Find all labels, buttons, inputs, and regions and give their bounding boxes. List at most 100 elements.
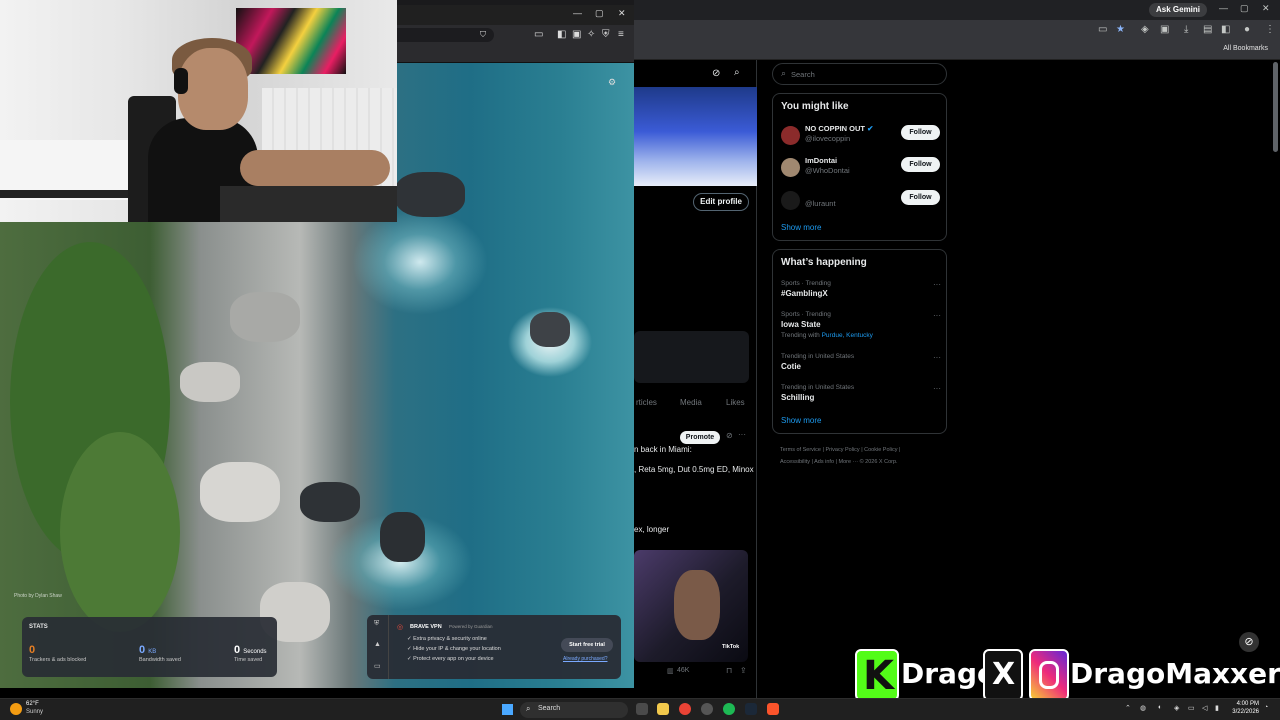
volume-icon[interactable]: ◁: [1202, 704, 1207, 712]
trend-related-links[interactable]: Purdue, Kentucky: [822, 332, 873, 339]
ask-gemini-button[interactable]: Ask Gemini: [1149, 3, 1208, 17]
maximize-icon[interactable]: ▢: [1240, 3, 1249, 14]
instagram-camera-icon: [1039, 661, 1059, 689]
grok-post-icon[interactable]: ⊘: [726, 431, 733, 440]
time-saved-label: Time saved: [234, 657, 263, 663]
views-count: 46K: [677, 667, 690, 674]
trend-meta: Sports · Trending: [781, 280, 831, 287]
grok-icon[interactable]: ⊘: [712, 68, 720, 79]
more-icon[interactable]: ···: [738, 430, 746, 439]
vpn-icon[interactable]: ⛨: [602, 29, 610, 40]
file-explorer-icon[interactable]: [657, 703, 669, 715]
extensions-icon[interactable]: ◈: [1141, 24, 1149, 35]
task-view-icon[interactable]: [636, 703, 648, 715]
minimize-icon[interactable]: —: [573, 8, 582, 18]
profile-banner[interactable]: [634, 87, 757, 186]
bookmark-icon[interactable]: ⊓: [726, 666, 732, 675]
weather-sun-icon[interactable]: [10, 703, 22, 715]
suggestion-item[interactable]: NO COPPIN OUT ✔ @ilovecoppin Follow: [781, 124, 941, 148]
already-purchased-link[interactable]: Already purchased?: [563, 656, 607, 662]
steam-icon[interactable]: [745, 703, 757, 715]
brave-window: Photo by Dylan Shaw ⚙ — ▢ ✕ ⛉ ▭ ◧ ▣ ✧ ⛨ …: [0, 0, 634, 688]
cast-icon[interactable]: ▭: [1098, 24, 1107, 35]
settings-gear-icon[interactable]: ⚙: [608, 77, 616, 88]
trend-item[interactable]: Trending in United States Cotie ···: [781, 353, 941, 371]
promote-button[interactable]: Promote: [680, 431, 720, 444]
vpn-tab-icon[interactable]: ⛨: [374, 620, 379, 628]
brave-icon[interactable]: [767, 703, 779, 715]
menu-icon[interactable]: ≡: [618, 29, 624, 40]
taskbar-search[interactable]: ⌕ Search: [520, 702, 628, 718]
panel-title: What’s happening: [781, 257, 867, 268]
wallpaper-credit[interactable]: Photo by Dylan Shaw: [14, 593, 62, 599]
brave-toolbar: ⛉ ▭ ◧ ▣ ✧ ⛨ ≡: [396, 25, 634, 45]
news-tab-icon[interactable]: ▭: [374, 662, 381, 670]
profile-avatar-icon[interactable]: ●: [1244, 24, 1250, 35]
chrome-menu-icon[interactable]: ⋮: [1265, 24, 1275, 35]
more-icon[interactable]: ···: [933, 311, 941, 320]
close-icon[interactable]: ✕: [618, 8, 626, 19]
suggestion-item[interactable]: ImDontai @WhoDontai Follow: [781, 156, 941, 180]
battery-icon[interactable]: ▮: [1215, 704, 1219, 712]
more-icon[interactable]: ···: [933, 280, 941, 289]
maximize-icon[interactable]: ▢: [595, 8, 604, 19]
weather-temperature[interactable]: 62°F: [26, 701, 39, 707]
all-bookmarks-folder[interactable]: All Bookmarks: [1223, 45, 1268, 52]
search-icon[interactable]: ⌕: [734, 67, 740, 78]
profile-highlight-card[interactable]: [634, 331, 749, 383]
brave-shield-icon[interactable]: ⛉: [480, 30, 486, 40]
close-icon[interactable]: ✕: [1262, 3, 1270, 14]
search-box[interactable]: ⌕ Search: [772, 63, 947, 85]
spotify-icon[interactable]: [723, 703, 735, 715]
sidepanel-icon[interactable]: ◧: [1221, 24, 1230, 35]
notification-icon[interactable]: ◔: [1264, 704, 1268, 711]
chrome-icon[interactable]: [679, 703, 691, 715]
weather-description[interactable]: Sunny: [26, 709, 43, 715]
extension-puzzle-icon[interactable]: ▣: [1160, 24, 1169, 35]
rewards-tab-icon[interactable]: ▲: [374, 641, 381, 648]
sidebar-icon[interactable]: ◧: [557, 29, 566, 40]
tray-icon[interactable]: ◈: [1174, 704, 1179, 712]
tab-articles[interactable]: rticles: [636, 398, 657, 407]
reading-list-icon[interactable]: ▤: [1203, 24, 1212, 35]
follow-button[interactable]: Follow: [901, 190, 940, 205]
trend-item[interactable]: Trending in United States Schilling ···: [781, 384, 941, 402]
tab-media[interactable]: Media: [680, 398, 702, 407]
app-icon[interactable]: [701, 703, 713, 715]
vpn-feature: ✓ Hide your IP & change your location: [407, 646, 501, 652]
suggestion-handle: @WhoDontai: [805, 166, 850, 175]
post-video[interactable]: TikTok: [634, 550, 748, 662]
post-text-line: n back in Miami:: [634, 445, 692, 454]
wallet-icon[interactable]: ▣: [572, 29, 581, 40]
bookmark-star-icon[interactable]: ★: [1116, 24, 1125, 35]
follow-button[interactable]: Follow: [901, 157, 940, 172]
download-icon[interactable]: ⤓: [1184, 24, 1188, 35]
minimize-icon[interactable]: —: [1219, 3, 1228, 13]
footer-line[interactable]: Accessibility | Ads info | More ··· © 20…: [780, 456, 950, 468]
tray-overflow-icon[interactable]: ⌃: [1125, 704, 1131, 712]
trend-item[interactable]: Sports · Trending Iowa State Trending wi…: [781, 311, 941, 339]
follow-button[interactable]: Follow: [901, 125, 940, 140]
share-icon[interactable]: ⇪: [740, 666, 747, 675]
clock-time[interactable]: 4:00 PM: [1231, 701, 1259, 707]
clock-date[interactable]: 3/22/2026: [1227, 709, 1259, 715]
tray-icon[interactable]: ◐: [1158, 704, 1162, 711]
start-free-trial-button[interactable]: Start free trial: [561, 638, 613, 652]
show-more-link[interactable]: Show more: [781, 416, 821, 425]
tab-likes[interactable]: Likes: [726, 398, 745, 407]
footer-line[interactable]: Terms of Service | Privacy Policy | Cook…: [780, 444, 950, 456]
windows-start-icon[interactable]: [502, 704, 513, 715]
x-footer-links[interactable]: Terms of Service | Privacy Policy | Cook…: [780, 444, 950, 468]
network-icon[interactable]: ▭: [1188, 704, 1195, 712]
page-scrollbar[interactable]: [1273, 62, 1278, 152]
show-more-link[interactable]: Show more: [781, 223, 821, 232]
leo-ai-icon[interactable]: ✧: [587, 29, 595, 40]
suggestion-name: ImDontai: [805, 156, 838, 165]
suggestion-item[interactable]: @luraunt Follow: [781, 189, 941, 213]
tray-icon[interactable]: ◍: [1140, 704, 1146, 712]
more-icon[interactable]: ···: [933, 384, 941, 393]
trend-item[interactable]: Sports · Trending #GamblingX ···: [781, 280, 941, 298]
edit-profile-button[interactable]: Edit profile: [693, 193, 749, 211]
more-icon[interactable]: ···: [933, 353, 941, 362]
tab-search-icon[interactable]: ▭: [534, 29, 543, 40]
